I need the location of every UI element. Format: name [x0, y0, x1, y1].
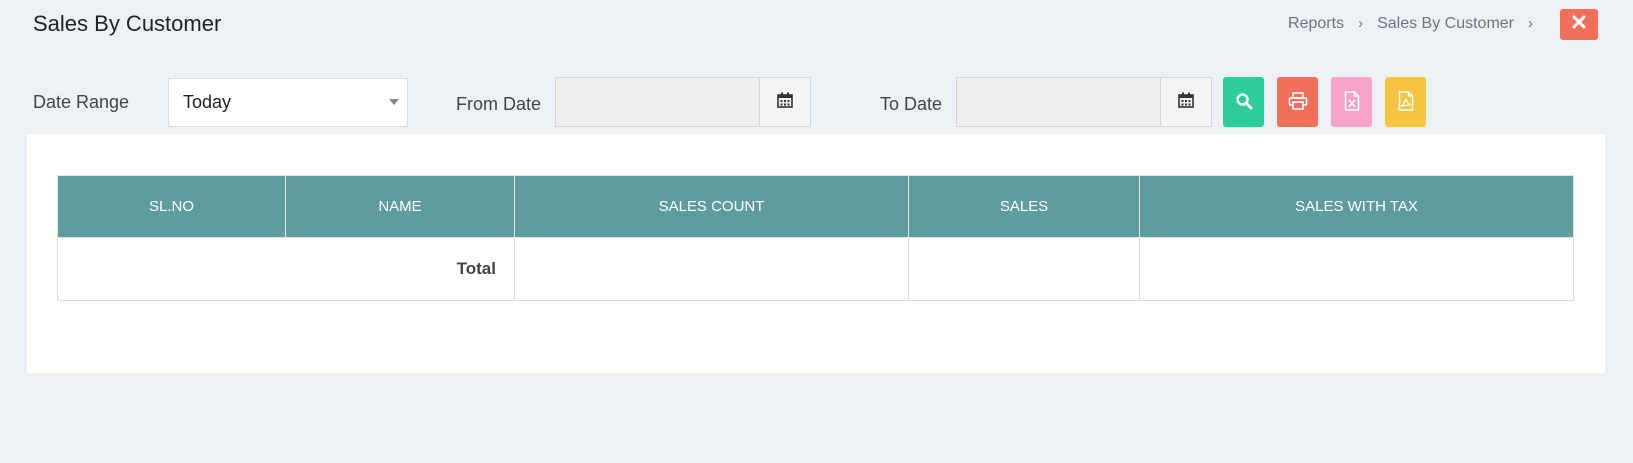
to-date-group: [956, 77, 1212, 127]
excel-button[interactable]: [1331, 77, 1372, 127]
date-range-value: Today: [183, 92, 232, 112]
column-header-sales-count[interactable]: SALES COUNT: [514, 175, 909, 238]
total-row: Total: [57, 237, 1574, 301]
to-date-input[interactable]: [956, 77, 1161, 127]
report-panel: SL.NO NAME SALES COUNT SALES SALES WITH …: [27, 134, 1605, 373]
print-button[interactable]: [1277, 77, 1318, 127]
column-header-sales-with-tax[interactable]: SALES WITH TAX: [1139, 175, 1574, 238]
total-sales: [908, 237, 1140, 301]
date-range-select[interactable]: Today: [168, 78, 408, 127]
column-header-name[interactable]: NAME: [285, 175, 515, 238]
printer-icon: [1288, 91, 1308, 113]
search-icon: [1235, 92, 1253, 113]
total-sales-count: [514, 237, 909, 301]
breadcrumb-separator: ›: [1528, 15, 1533, 32]
breadcrumb-reports[interactable]: Reports: [1288, 13, 1344, 35]
from-date-calendar-button[interactable]: [760, 77, 811, 127]
search-button[interactable]: [1223, 77, 1264, 127]
sales-table: SL.NO NAME SALES COUNT SALES SALES WITH …: [57, 175, 1574, 301]
total-sales-with-tax: [1139, 237, 1574, 301]
calendar-icon: [1178, 92, 1194, 113]
date-range-label: Date Range: [33, 92, 130, 112]
close-icon: [1572, 15, 1586, 34]
breadcrumb: Reports › Sales By Customer ›: [1288, 13, 1547, 35]
from-date-group: [555, 77, 811, 127]
pdf-button[interactable]: [1385, 77, 1426, 127]
column-header-sales[interactable]: SALES: [908, 175, 1140, 238]
close-button[interactable]: [1560, 9, 1598, 40]
to-date-label: To Date: [880, 94, 943, 114]
table-header-row: SL.NO NAME SALES COUNT SALES SALES WITH …: [57, 175, 1574, 238]
breadcrumb-separator: ›: [1358, 15, 1364, 32]
from-date-input[interactable]: [555, 77, 760, 127]
caret-down-icon: [389, 99, 399, 105]
to-date-calendar-button[interactable]: [1161, 77, 1212, 127]
breadcrumb-current: Sales By Customer: [1377, 15, 1514, 32]
pdf-file-icon: [1398, 90, 1414, 114]
column-header-sl-no[interactable]: SL.NO: [57, 175, 286, 238]
from-date-label: From Date: [456, 94, 542, 114]
calendar-icon: [777, 92, 793, 113]
page-title: Sales By Customer: [33, 11, 222, 36]
total-label: Total: [57, 237, 515, 301]
excel-file-icon: [1344, 90, 1360, 114]
